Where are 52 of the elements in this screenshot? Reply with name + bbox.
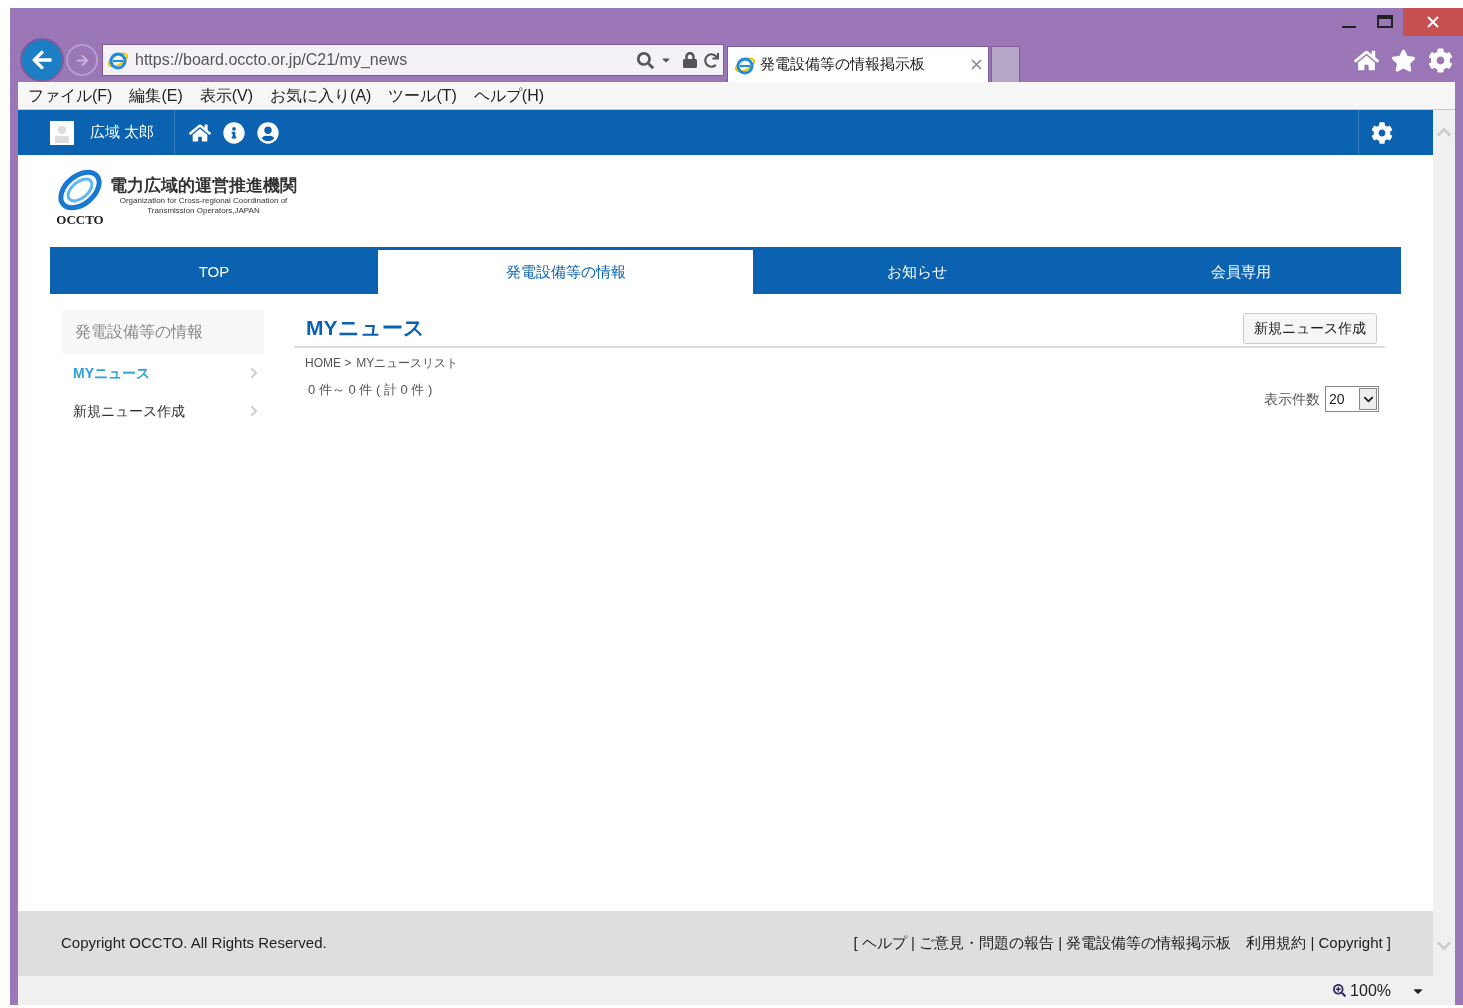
star-icon[interactable]	[1391, 47, 1416, 73]
new-tab-button[interactable]	[991, 46, 1020, 82]
zoom-icon	[1333, 984, 1347, 997]
home-icon[interactable]	[189, 121, 212, 144]
menu-item[interactable]: ヘルプ(H)	[473, 83, 545, 108]
refresh-icon[interactable]	[704, 52, 719, 68]
menu-item[interactable]: ツール(T)	[388, 83, 457, 108]
close-button[interactable]	[1403, 8, 1463, 36]
back-button[interactable]	[20, 38, 64, 82]
new-news-button[interactable]: 新規ニュース作成	[1243, 312, 1377, 344]
browser-tab[interactable]: 発電設備等の情報掲示板	[727, 46, 989, 82]
user-icon[interactable]	[257, 121, 280, 144]
per-page-label: 表示件数	[1264, 389, 1320, 409]
organization-name: 電力広域的運営推進機関	[110, 175, 297, 197]
breadcrumb-home[interactable]: HOME >	[305, 354, 352, 372]
close-icon	[1427, 16, 1439, 28]
organization-english: Transmission Operators,JAPAN	[147, 206, 260, 217]
copyright-text: Copyright OCCTO. All Rights Reserved.	[61, 933, 328, 954]
search-icon[interactable]	[637, 51, 654, 69]
avatar-icon	[50, 120, 74, 145]
nav-tab[interactable]: TOP	[50, 250, 378, 294]
info-icon[interactable]	[223, 121, 246, 144]
logo-mark-text: OCCTO	[56, 213, 104, 226]
result-count: 0 件～ 0 件 ( 計 0 件 )	[308, 381, 434, 399]
settings-icon[interactable]	[1428, 47, 1453, 73]
menu-item[interactable]: ファイル(F)	[28, 83, 113, 108]
tab-title: 発電設備等の情報掲示板	[760, 54, 926, 75]
nav-tab[interactable]: 発電設備等の情報	[378, 250, 753, 294]
breadcrumb-current: MYニュースリスト	[356, 355, 459, 372]
settings-icon[interactable]	[1371, 121, 1393, 144]
sidebar-heading: 発電設備等の情報	[62, 310, 264, 354]
url-text: https://board.occto.or.jp/C21/my_news	[135, 50, 409, 70]
sidebar-item[interactable]: 新規ニュース作成	[62, 392, 264, 430]
nav-tab[interactable]: お知らせ	[753, 250, 1081, 294]
user-name[interactable]: 広域 太郎	[90, 121, 155, 144]
menu-item[interactable]: 編集(E)	[129, 83, 183, 108]
footer-links[interactable]: [ ヘルプ | ご意見・問題の報告 | 発電設備等の情報掲示板 利用規約 | Copyright ]	[853, 932, 1391, 955]
per-page-select[interactable]: 20	[1325, 386, 1379, 412]
page-title: MYニュース	[306, 315, 426, 342]
forward-arrow-icon	[75, 53, 89, 67]
nav-tab[interactable]: 会員専用	[1081, 250, 1401, 294]
menu-item[interactable]: お気に入り(A)	[270, 83, 372, 108]
close-tab-icon[interactable]	[971, 59, 982, 70]
chevron-right-icon	[248, 405, 260, 417]
browser-logo-icon	[107, 49, 129, 71]
address-bar[interactable]: https://board.occto.or.jp/C21/my_news	[102, 44, 724, 76]
menu-item[interactable]: 表示(V)	[199, 83, 254, 108]
back-arrow-icon	[31, 49, 53, 71]
chevron-right-icon	[248, 367, 260, 379]
zoom-level[interactable]: 100%	[1350, 978, 1391, 1003]
lock-icon	[682, 52, 698, 68]
organization-english: Organization for Cross-regional Coordination of	[119, 196, 288, 207]
